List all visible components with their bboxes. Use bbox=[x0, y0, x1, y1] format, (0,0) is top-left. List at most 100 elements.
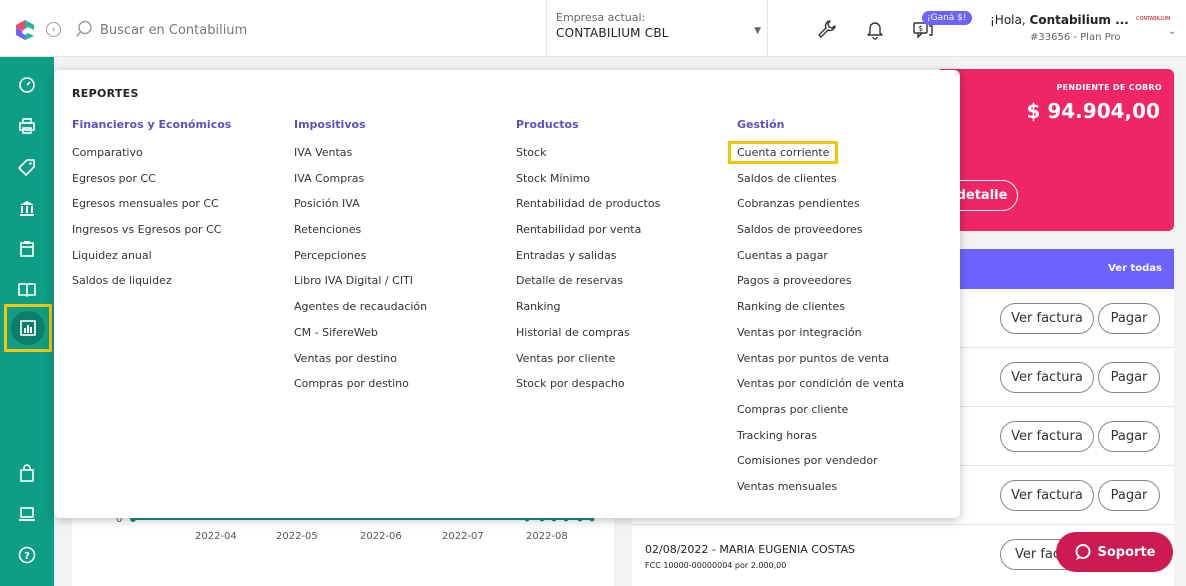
company-label: Empresa actual: bbox=[556, 11, 646, 24]
menu-item[interactable]: Egresos por CC bbox=[72, 172, 231, 198]
menu-item[interactable]: Pagos a proveedores bbox=[737, 274, 904, 300]
menu-item[interactable]: Entradas y salidas bbox=[516, 249, 660, 275]
menu-item[interactable]: Comparativo bbox=[72, 146, 231, 172]
menu-item[interactable]: Liquidez anual bbox=[72, 249, 231, 275]
help-icon: ? bbox=[18, 546, 36, 564]
menu-item[interactable]: Compras por destino bbox=[294, 377, 427, 403]
menu-item-cuenta-corriente[interactable]: Cuenta corriente bbox=[728, 141, 904, 172]
company-selector[interactable]: Empresa actual: CONTABILIUM CBL ▼ bbox=[546, 0, 768, 57]
menu-item[interactable]: Historial de compras bbox=[516, 326, 660, 352]
menu-item[interactable]: Rentabilidad de productos bbox=[516, 197, 660, 223]
menu-item[interactable]: Ranking bbox=[516, 300, 660, 326]
pay-button[interactable]: Pagar bbox=[1098, 480, 1160, 511]
view-invoice-button[interactable]: Ver factura bbox=[1000, 421, 1094, 452]
sidebar-item-store[interactable] bbox=[0, 458, 54, 488]
bell-icon[interactable] bbox=[864, 18, 886, 40]
menu-item[interactable]: Compras por cliente bbox=[737, 403, 904, 429]
company-name: CONTABILIUM CBL bbox=[556, 26, 669, 40]
menu-item[interactable]: Stock bbox=[516, 146, 660, 172]
user-menu-chevron-icon[interactable]: ⌄ bbox=[1168, 26, 1176, 37]
invoice-subtitle: FCC 10000-00000004 por 2.000,00 bbox=[645, 561, 787, 570]
user-name: Contabilium ... bbox=[1029, 13, 1129, 27]
menu-column-tax: Impositivos IVA Ventas IVA Compras Posic… bbox=[294, 118, 427, 403]
tag-icon bbox=[18, 159, 35, 176]
x-tick-label: 2022-08 bbox=[526, 531, 568, 542]
laptop-icon bbox=[19, 507, 35, 521]
sidebar-item-sales[interactable] bbox=[0, 111, 54, 141]
menu-item[interactable]: Saldos de proveedores bbox=[737, 223, 904, 249]
support-button[interactable]: Soporte bbox=[1056, 532, 1173, 572]
sidebar-item-dashboard[interactable] bbox=[0, 70, 54, 100]
menu-item[interactable]: Comisiones por vendedor bbox=[737, 454, 904, 480]
wrench-icon[interactable] bbox=[816, 18, 838, 40]
chevron-down-icon: ▼ bbox=[754, 26, 761, 36]
menu-item[interactable]: Agentes de recaudación bbox=[294, 300, 427, 326]
menu-item[interactable]: Cuentas a pagar bbox=[737, 249, 904, 275]
view-all-link[interactable]: Ver todas bbox=[1108, 263, 1162, 274]
menu-item[interactable]: Detalle de reservas bbox=[516, 274, 660, 300]
column-heading: Impositivos bbox=[294, 118, 366, 131]
menu-item[interactable]: Egresos mensuales por CC bbox=[72, 197, 231, 223]
active-indicator bbox=[11, 311, 45, 345]
chat-bubble-icon bbox=[1075, 544, 1090, 560]
referral-badge[interactable]: ¡Ganá $! bbox=[922, 11, 972, 25]
menu-item[interactable]: Ventas mensuales bbox=[737, 480, 904, 506]
menu-column-financial: Financieros y Económicos Comparativo Egr… bbox=[72, 118, 231, 300]
sidebar: ? bbox=[0, 57, 54, 586]
menu-item[interactable]: Stock por despacho bbox=[516, 377, 660, 403]
column-heading: Productos bbox=[516, 118, 579, 131]
view-invoice-button[interactable]: Ver factura bbox=[1000, 362, 1094, 393]
sidebar-item-pos[interactable] bbox=[0, 499, 54, 529]
pay-button[interactable]: Pagar bbox=[1098, 303, 1160, 334]
menu-item[interactable]: Posición IVA bbox=[294, 197, 427, 223]
highlighted-label: Cuenta corriente bbox=[728, 141, 839, 164]
menu-item[interactable]: Libro IVA Digital / CITI bbox=[294, 274, 427, 300]
view-invoice-button[interactable]: Ver factura bbox=[1000, 303, 1094, 334]
reports-menu: REPORTES Financieros y Económicos Compar… bbox=[54, 70, 960, 518]
svg-text:?: ? bbox=[24, 551, 30, 562]
bag-icon bbox=[20, 464, 34, 482]
calendar-icon bbox=[20, 241, 34, 257]
sidebar-item-banks[interactable] bbox=[0, 193, 54, 223]
menu-item[interactable]: Cobranzas pendientes bbox=[737, 197, 904, 223]
menu-item[interactable]: Stock Mínimo bbox=[516, 172, 660, 198]
x-tick-label: 2022-05 bbox=[276, 531, 318, 542]
menu-item[interactable]: Ventas por cliente bbox=[516, 352, 660, 378]
menu-item[interactable]: Tracking horas bbox=[737, 429, 904, 455]
menu-item[interactable]: Saldos de clientes bbox=[737, 172, 904, 198]
search-input[interactable] bbox=[100, 18, 500, 42]
view-invoice-button[interactable]: Ver factura bbox=[1000, 480, 1094, 511]
x-tick-label: 2022-04 bbox=[195, 531, 237, 542]
svg-text:$: $ bbox=[918, 24, 923, 33]
sidebar-item-reports[interactable] bbox=[4, 304, 52, 352]
contabilium-logo[interactable] bbox=[13, 18, 37, 42]
menu-item[interactable]: Retenciones bbox=[294, 223, 427, 249]
chart-icon bbox=[20, 320, 36, 336]
sidebar-item-purchases[interactable] bbox=[0, 234, 54, 264]
collapse-sidebar-button[interactable]: › bbox=[46, 22, 61, 37]
menu-item[interactable]: Percepciones bbox=[294, 249, 427, 275]
menu-item[interactable]: Ranking de clientes bbox=[737, 300, 904, 326]
x-tick-label: 2022-06 bbox=[360, 531, 402, 542]
sidebar-item-products[interactable] bbox=[0, 152, 54, 182]
menu-item[interactable]: Ventas por condición de venta bbox=[737, 377, 904, 403]
menu-item[interactable]: Ventas por puntos de venta bbox=[737, 352, 904, 378]
menu-item[interactable]: Saldos de liquidez bbox=[72, 274, 231, 300]
menu-item[interactable]: IVA Compras bbox=[294, 172, 427, 198]
menu-item[interactable]: Ingresos vs Egresos por CC bbox=[72, 223, 231, 249]
menu-item[interactable]: Rentabilidad por venta bbox=[516, 223, 660, 249]
sidebar-item-help[interactable]: ? bbox=[0, 540, 54, 570]
pay-button[interactable]: Pagar bbox=[1098, 362, 1160, 393]
pay-button[interactable]: Pagar bbox=[1098, 421, 1160, 452]
sidebar-item-accounting[interactable] bbox=[0, 275, 54, 305]
greeting-prefix: ¡Hola, bbox=[990, 13, 1026, 27]
top-bar: › Empresa actual: CONTABILIUM CBL ▼ $ ¡G… bbox=[0, 0, 1186, 57]
menu-item[interactable]: CM - SifereWeb bbox=[294, 326, 427, 352]
menu-item[interactable]: Ventas por integración bbox=[737, 326, 904, 352]
user-greeting[interactable]: ¡Hola, Contabilium ... bbox=[990, 13, 1129, 27]
menu-item[interactable]: IVA Ventas bbox=[294, 146, 427, 172]
menu-item[interactable]: Ventas por destino bbox=[294, 352, 427, 378]
column-heading: Financieros y Económicos bbox=[72, 118, 232, 131]
pending-amount: $ 94.904,00 bbox=[1026, 99, 1161, 123]
pending-label: PENDIENTE DE COBRO bbox=[1056, 83, 1162, 92]
